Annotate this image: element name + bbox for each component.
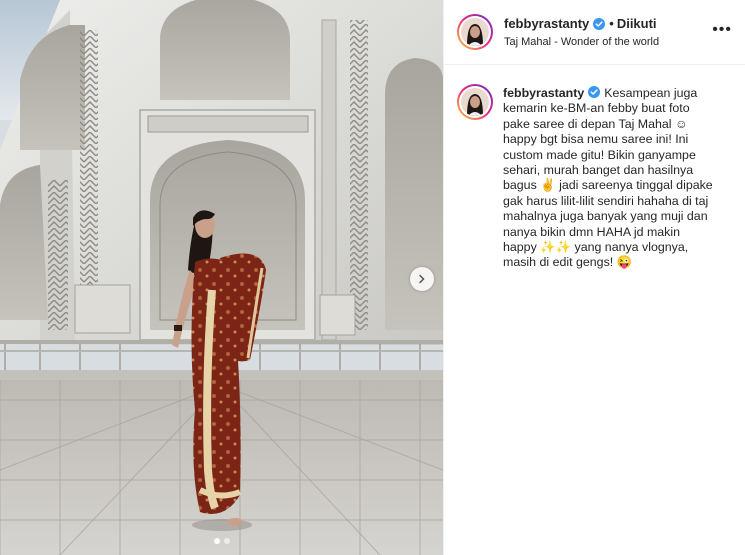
- taj-mahal-photo: [0, 0, 443, 555]
- verified-badge-icon: [588, 86, 601, 98]
- profile-picture: [461, 18, 489, 46]
- caption-line: bagus ✌ jadi sareenya tinggal dipake: [503, 178, 713, 193]
- caption-line: Kesampean juga: [604, 86, 698, 100]
- caption-line: custom made gitu! Bikin ganyampe: [503, 147, 696, 162]
- caption-line: sehari, murah banget dan hasilnya: [503, 163, 694, 178]
- caption-line: nanya bikin dmn HAHA jd makin: [503, 224, 680, 239]
- separator-dot: •: [609, 16, 614, 31]
- carousel-dot-2: [223, 538, 230, 544]
- caption-username-link[interactable]: febbyrastanty: [503, 86, 584, 100]
- chevron-right-icon: [419, 274, 425, 284]
- verified-badge-icon: [593, 18, 606, 30]
- carousel-indicator: [0, 538, 443, 544]
- caption-line: kemarin ke-BM-an febby buat foto: [503, 101, 690, 116]
- post-photo[interactable]: [0, 0, 443, 555]
- caption-line: happy ✨✨ yang nanya vlognya,: [503, 240, 689, 255]
- caption-line: mahalnya juga banyak yang muji dan: [503, 209, 708, 224]
- more-options-button[interactable]: •••: [712, 22, 732, 38]
- caption-line: gak harus lilit-lilit sendiri hahaha di …: [503, 193, 709, 208]
- follow-status-button[interactable]: Diikuti: [617, 16, 657, 32]
- caption-line: masih di edit gengs! 😜: [503, 255, 633, 270]
- ellipsis-icon: •••: [712, 21, 732, 38]
- post-header: febbyrastanty • Diikuti Taj Mahal - Wond…: [444, 0, 745, 65]
- carousel-dot-1: [213, 538, 220, 544]
- profile-picture: [461, 88, 489, 116]
- post-caption: febbyrastanty Kesampean juga kemarin ke-…: [503, 86, 739, 271]
- next-photo-button[interactable]: [410, 267, 434, 291]
- post-side-panel: febbyrastanty • Diikuti Taj Mahal - Wond…: [443, 0, 745, 555]
- username-link[interactable]: febbyrastanty: [504, 16, 589, 32]
- caption-line: pake saree di depan Taj Mahal ☺: [503, 116, 688, 131]
- caption-line: happy bgt bisa nemu saree ini! Ini: [503, 132, 689, 147]
- location-link[interactable]: Taj Mahal - Wonder of the world: [504, 35, 714, 49]
- caption-avatar[interactable]: [457, 84, 493, 120]
- avatar[interactable]: [457, 14, 493, 50]
